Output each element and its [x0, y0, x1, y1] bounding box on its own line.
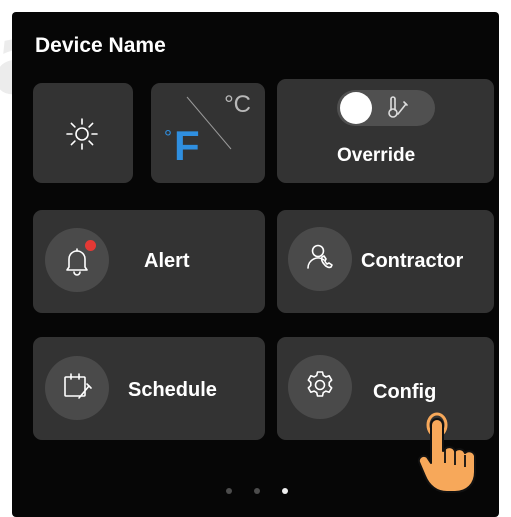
calendar-edit-icon — [60, 369, 94, 408]
brightness-tile[interactable] — [33, 83, 133, 183]
schedule-icon-circle — [45, 356, 109, 420]
schedule-label: Schedule — [128, 379, 217, 401]
override-label: Override — [337, 145, 416, 166]
sun-icon — [63, 115, 101, 158]
thermometer-edit-icon — [385, 96, 409, 125]
fahrenheit-label: F — [174, 122, 200, 169]
schedule-tile[interactable]: Schedule — [33, 337, 265, 440]
unit-toggle-tile[interactable]: °C ° F — [151, 83, 265, 183]
notification-dot — [85, 240, 96, 251]
device-name-title: Device Name — [35, 34, 166, 57]
alert-icon-circle — [45, 228, 109, 292]
contractor-icon — [303, 240, 337, 279]
contractor-icon-circle — [288, 227, 352, 291]
toggle-knob — [340, 92, 372, 124]
contractor-tile[interactable]: Contractor — [277, 210, 494, 313]
alert-label: Alert — [144, 250, 190, 272]
config-label: Config — [373, 381, 437, 403]
page-dot-2[interactable] — [254, 488, 260, 494]
page-dot-1[interactable] — [226, 488, 232, 494]
gear-icon — [303, 368, 337, 407]
page-indicator — [226, 488, 288, 494]
contractor-label: Contractor — [361, 250, 464, 272]
alert-tile[interactable]: Alert — [33, 210, 265, 313]
override-tile[interactable]: Override — [277, 79, 494, 183]
fahrenheit-degree: ° — [164, 127, 172, 149]
config-icon-circle — [288, 355, 352, 419]
tap-hand-icon — [410, 403, 482, 500]
override-toggle[interactable] — [337, 90, 435, 126]
page-dot-3[interactable] — [282, 488, 288, 494]
